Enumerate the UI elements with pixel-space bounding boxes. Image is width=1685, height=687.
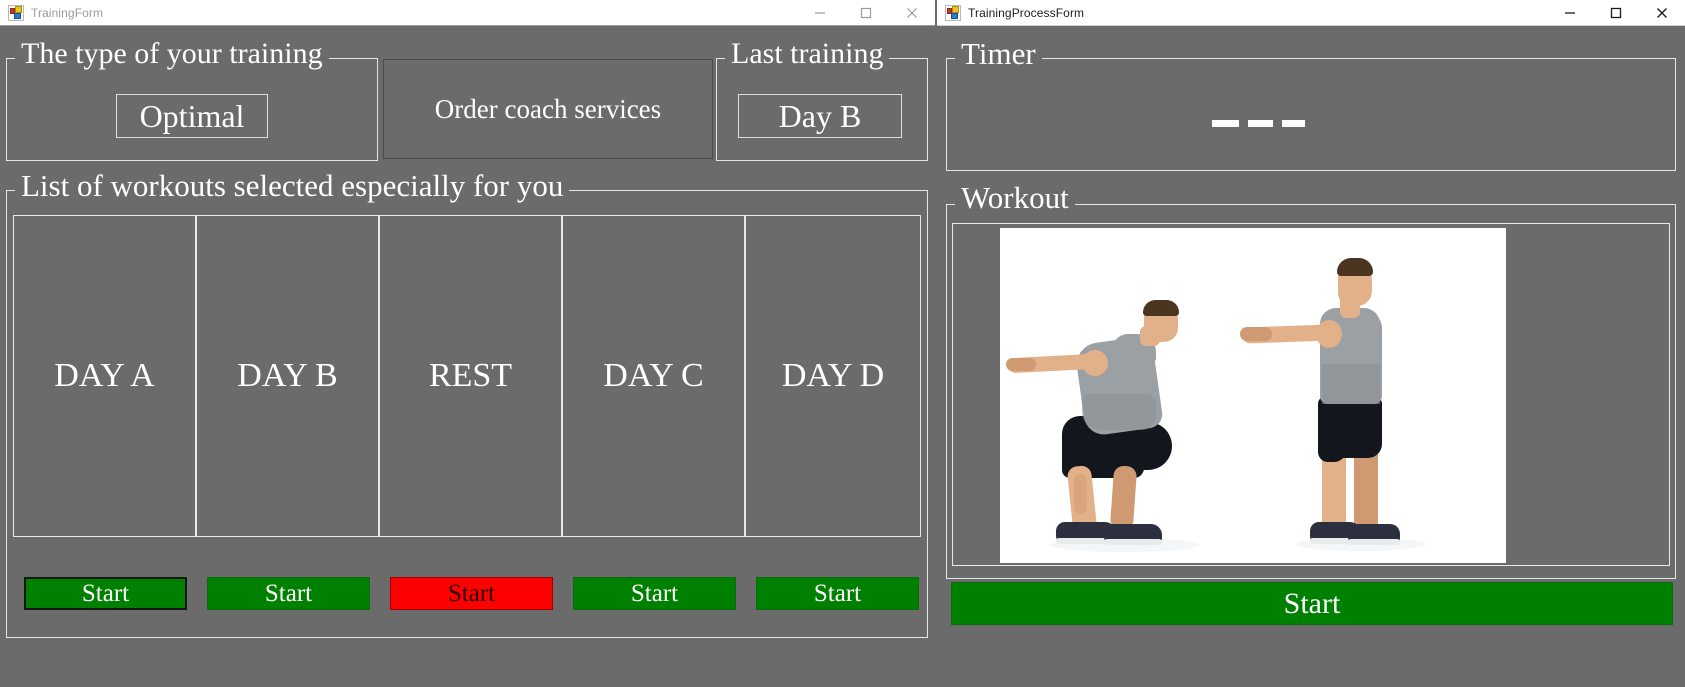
close-button[interactable]: [889, 0, 935, 25]
right-window-titlebar[interactable]: TrainingProcessForm: [937, 0, 1685, 26]
timer-group-frame: [946, 58, 1676, 171]
workout-card-day-b[interactable]: DAY B: [196, 215, 379, 537]
left-window-controls: [797, 0, 935, 25]
process-start-button[interactable]: Start: [951, 582, 1673, 625]
close-icon: [907, 7, 917, 18]
close-button[interactable]: [1639, 0, 1685, 25]
workout-card-title: DAY C: [603, 357, 704, 394]
right-window-title: TrainingProcessForm: [968, 5, 1085, 20]
left-window-titlebar[interactable]: TrainingForm: [0, 0, 935, 26]
start-button-rest[interactable]: Start: [390, 577, 553, 610]
training-form-window: TrainingForm The type of your training O…: [0, 0, 935, 687]
start-button-day-c[interactable]: Start: [573, 577, 736, 610]
minimize-button[interactable]: [797, 0, 843, 25]
timer-legend: Timer: [955, 38, 1042, 69]
maximize-button[interactable]: [1593, 0, 1639, 25]
workout-card-title: DAY A: [54, 357, 155, 394]
last-training-group: Last training Day B: [716, 37, 928, 161]
timer-value: [1212, 120, 1305, 127]
training-type-group: The type of your training Optimal: [6, 37, 378, 161]
figure-squat-bottom: [1006, 298, 1230, 558]
timer-group: Timer — — —: [946, 36, 1676, 171]
workout-group: Workout: [946, 180, 1676, 579]
order-coach-services-button[interactable]: Order coach services: [383, 59, 713, 159]
winforms-icon: [945, 4, 961, 21]
workout-card-day-d[interactable]: DAY D: [745, 215, 921, 537]
start-button-day-a[interactable]: Start: [24, 577, 187, 610]
minimize-icon: [815, 11, 825, 14]
figure-standing: [1240, 246, 1470, 558]
training-type-value: Optimal: [116, 94, 268, 138]
workouts-group: List of workouts selected especially for…: [6, 168, 928, 638]
workout-card-rest[interactable]: REST: [379, 215, 562, 537]
minimize-button[interactable]: [1547, 0, 1593, 25]
workouts-legend: List of workouts selected especially for…: [15, 170, 570, 201]
workout-card-title: DAY B: [237, 357, 338, 394]
winforms-icon: [8, 4, 24, 21]
training-process-form-window: TrainingProcessForm Timer Workout Start: [937, 0, 1685, 687]
workout-card-day-a[interactable]: DAY A: [13, 215, 196, 537]
workout-card-day-c[interactable]: DAY C: [562, 215, 745, 537]
training-type-legend: The type of your training: [15, 39, 329, 69]
workout-image: [1000, 228, 1506, 563]
workout-legend: Workout: [955, 182, 1075, 213]
maximize-button[interactable]: [843, 0, 889, 25]
left-window-title: TrainingForm: [31, 5, 104, 20]
start-button-day-d[interactable]: Start: [756, 577, 919, 610]
workout-image-box: [952, 223, 1670, 566]
minimize-icon: [1565, 11, 1575, 14]
last-training-legend: Last training: [725, 39, 890, 69]
maximize-icon: [1610, 7, 1622, 18]
screen: TrainingForm The type of your training O…: [0, 0, 1685, 687]
last-training-value: Day B: [738, 94, 902, 138]
maximize-icon: [860, 7, 872, 18]
workout-card-title: DAY D: [781, 357, 885, 394]
start-button-day-b[interactable]: Start: [207, 577, 370, 610]
workout-card-title: REST: [428, 357, 513, 394]
close-icon: [1657, 7, 1667, 18]
right-window-controls: [1547, 0, 1685, 25]
